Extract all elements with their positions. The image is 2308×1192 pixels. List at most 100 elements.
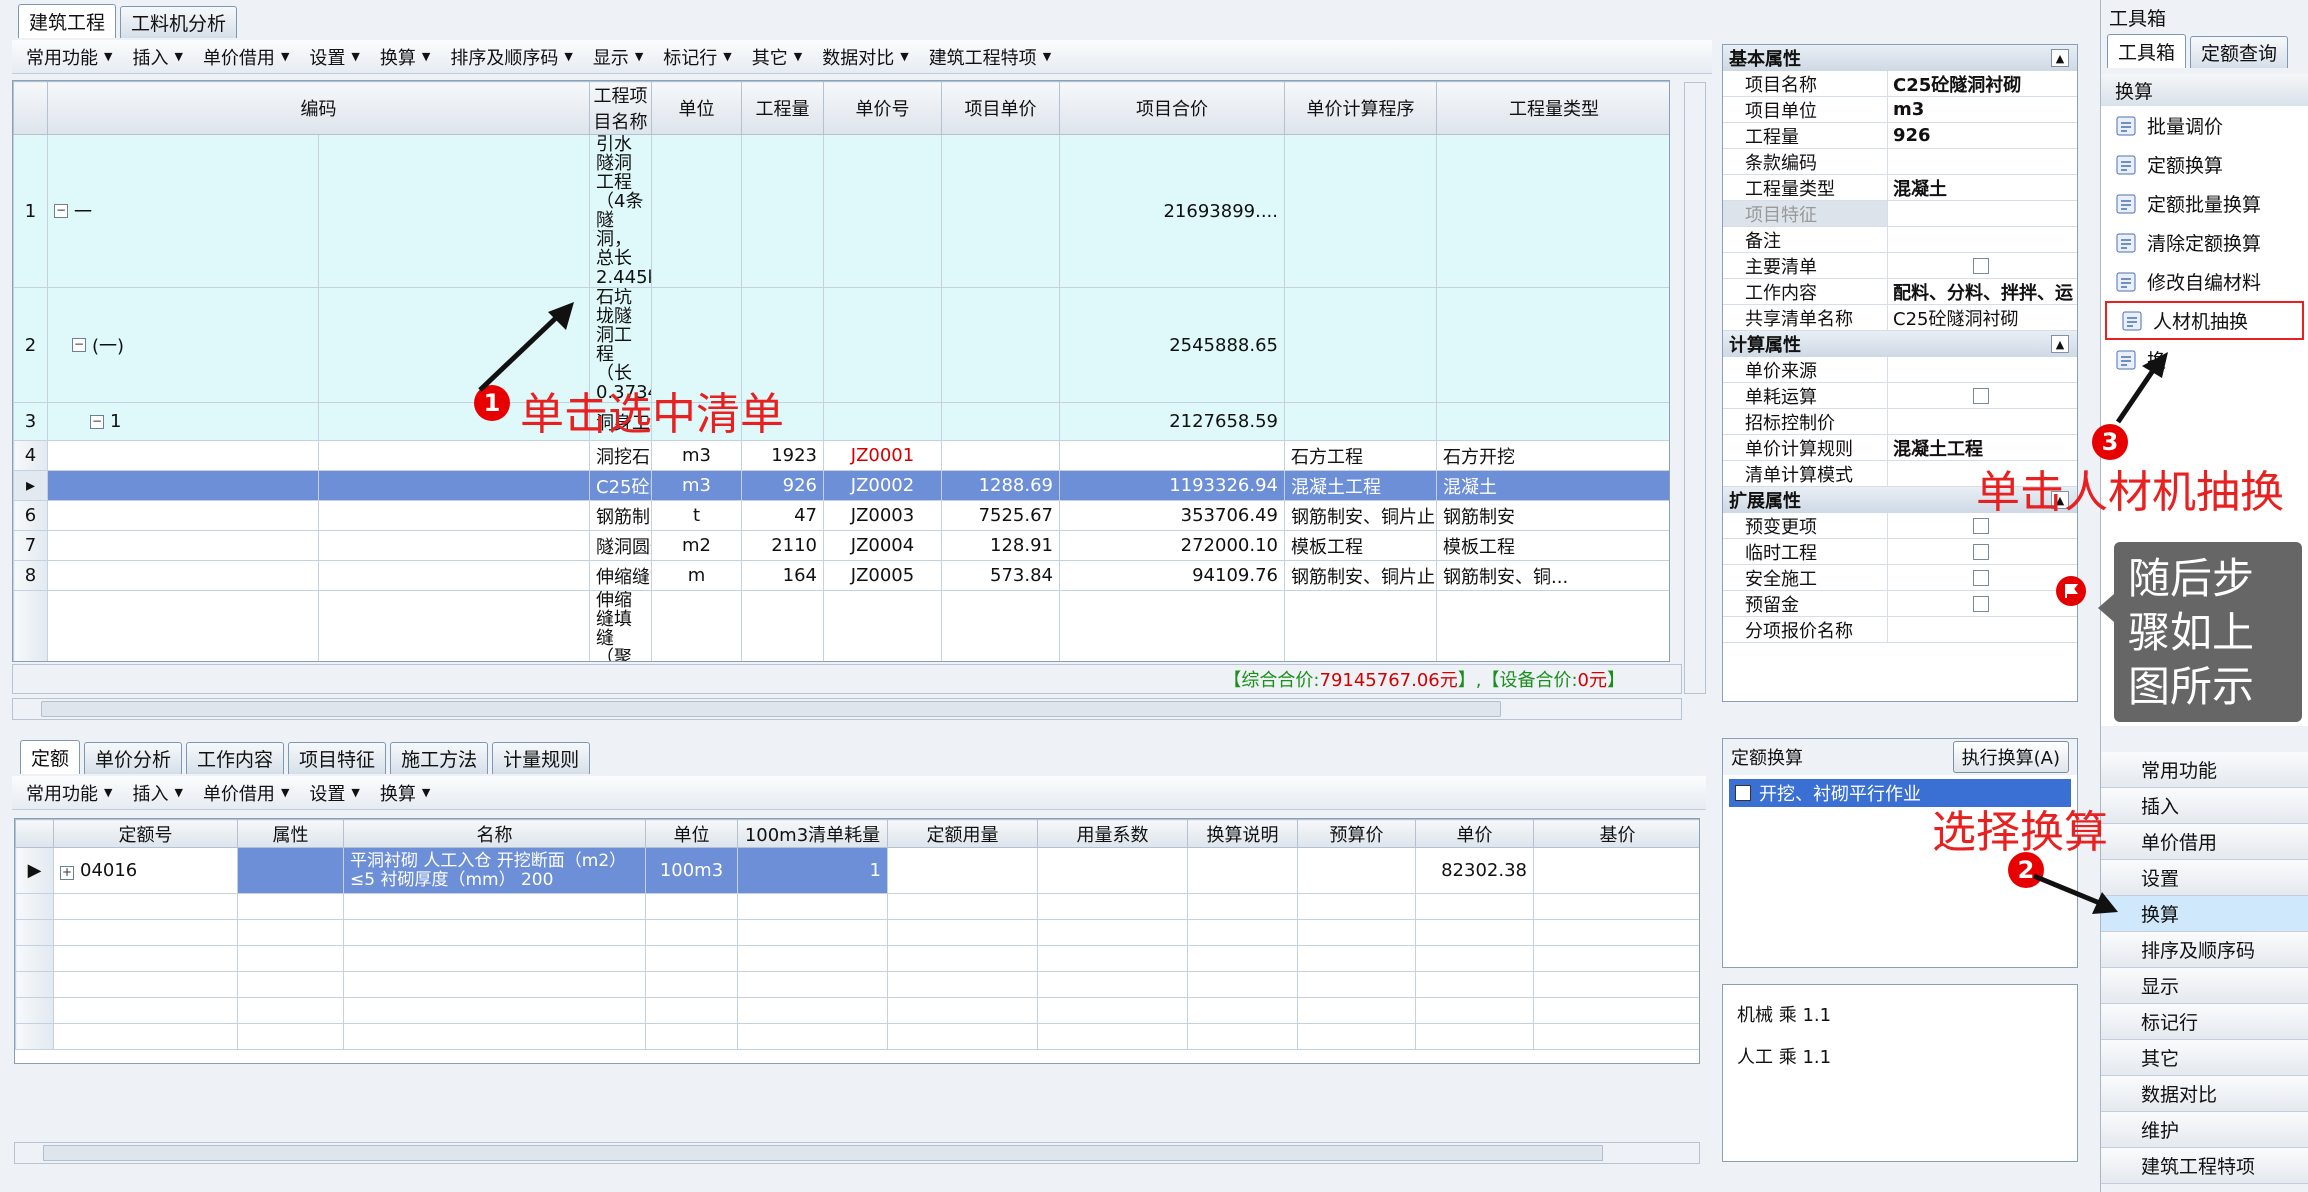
collapse-icon[interactable]: ▲ (2051, 49, 2069, 67)
cell-no[interactable]: JZ0005 (823, 560, 942, 591)
toolbar-item[interactable]: 换算 ▼ (380, 44, 430, 70)
cell-price[interactable]: 128.91 (941, 530, 1060, 561)
main-vscroll[interactable] (1684, 82, 1706, 694)
property-value[interactable]: C25砼隧洞衬砌 (1888, 71, 2077, 96)
toolbar-item[interactable]: 显示 ▼ (593, 44, 643, 70)
property-value[interactable] (1888, 539, 2077, 564)
cell-name[interactable]: 钢筋制安 (589, 500, 652, 531)
cell-name[interactable]: 隧洞圆形钢模板 (589, 530, 652, 561)
cell-type[interactable]: 石方开挖 (1436, 440, 1669, 471)
cell-proc[interactable]: 模板工程 (1284, 530, 1437, 561)
quota-cell-attr[interactable] (237, 847, 344, 894)
toolbox-item[interactable]: 人材机抽换 (2105, 301, 2304, 340)
cell-price[interactable]: 7525.67 (941, 500, 1060, 531)
quota-row[interactable]: ▶ +04016 平洞衬砌 人工入仓 开挖断面（m2）≤5 衬砌厚度（mm） 200… (15, 847, 1699, 894)
cell-proc[interactable] (1284, 134, 1437, 288)
toolbox-menu-button[interactable]: 数据对比 (2101, 1076, 2308, 1112)
cell-name[interactable]: 引水隧洞工程（4条隧洞，总长2.445km） (589, 134, 652, 288)
cell-no[interactable]: JZ0006 (823, 590, 942, 661)
cell-type[interactable] (1436, 134, 1669, 288)
tab-quota-query[interactable]: 定额查询 (2190, 36, 2289, 68)
column-header[interactable]: 工程量类型 (1436, 81, 1669, 135)
cell-proc[interactable]: 混凝土工程 (1284, 470, 1437, 501)
property-row[interactable]: 项目名称 C25砼隧洞衬砌 (1723, 71, 2077, 97)
toolbar-item[interactable]: 标记行 ▼ (663, 44, 731, 70)
table-row[interactable]: 9 伸缩缝填缝（聚乙烯泡沫塑料板厚20mm）m260JZ000643.902634… (13, 590, 1669, 661)
property-value[interactable] (1888, 149, 2077, 174)
property-row[interactable]: 临时工程 (1723, 539, 2077, 565)
cell-price[interactable]: 573.84 (941, 560, 1060, 591)
property-value[interactable] (1888, 565, 2077, 590)
property-row[interactable]: 分项报价名称 (1723, 617, 2077, 643)
cell-unit[interactable]: t (651, 500, 742, 531)
cell-no[interactable]: JZ0004 (823, 530, 942, 561)
cell-qty[interactable] (741, 134, 824, 288)
tab-building[interactable]: 建筑工程 (18, 4, 117, 38)
cell-unit[interactable]: m3 (651, 470, 742, 501)
tab-material-analysis[interactable]: 工料机分析 (120, 6, 238, 38)
cell-unit[interactable] (651, 134, 742, 288)
property-row[interactable]: 项目单位 m3 (1723, 97, 2077, 123)
collapse-icon[interactable]: − (54, 204, 68, 218)
quota-cell-qty[interactable] (887, 847, 1038, 894)
property-value[interactable]: 配料、分料、拌拌、运 (1888, 279, 2077, 304)
column-header[interactable]: 项目合价 (1059, 81, 1285, 135)
cell-proc[interactable] (1284, 287, 1437, 403)
property-value[interactable] (1888, 617, 2077, 642)
cell-price[interactable] (941, 287, 1060, 403)
execute-convert-button[interactable]: 执行换算(A) (1952, 741, 2069, 773)
toolbox-item[interactable]: 定额换算 (2101, 145, 2308, 184)
cell-total[interactable]: 2545888.65 (1059, 287, 1285, 403)
toolbar-item[interactable]: 设置 ▼ (309, 44, 359, 70)
quota-column-header[interactable]: 用量系数 (1037, 819, 1188, 848)
property-value[interactable]: m3 (1888, 97, 2077, 122)
property-row[interactable]: 安全施工 (1723, 565, 2077, 591)
property-value[interactable] (1888, 357, 2077, 382)
cell-price[interactable]: 1288.69 (941, 470, 1060, 501)
property-row[interactable]: 单价来源 (1723, 357, 2077, 383)
cell-type[interactable]: 模板工程 (1436, 530, 1669, 561)
toolbox-menu-button[interactable]: 设置 (2101, 860, 2308, 896)
table-row[interactable]: 1−一 引水隧洞工程（4条隧洞，总长2.445km） 21693899.... (13, 134, 1669, 288)
cell-total[interactable] (1059, 440, 1285, 471)
column-header[interactable]: 工程量 (741, 81, 824, 135)
quota-hscroll[interactable] (14, 1142, 1700, 1164)
cell-total[interactable]: 2634.00 (1059, 590, 1285, 661)
toolbar-item[interactable]: 单价借用 ▼ (203, 44, 289, 70)
quota-toolbar-item[interactable]: 常用功能 ▼ (26, 780, 112, 806)
toolbox-menu-button[interactable]: 单价借用 (2101, 824, 2308, 860)
bottom-tab[interactable]: 计量规则 (492, 742, 591, 774)
toolbox-menu-button[interactable]: 建筑工程特项 (2101, 1148, 2308, 1184)
toolbox-menu-button[interactable]: 换算 (2101, 896, 2308, 932)
table-row[interactable]: ▸C25砼隧洞衬砌m3926JZ00021288.691193326.94混凝土… (13, 470, 1669, 501)
checkbox[interactable] (1973, 257, 1989, 274)
column-header[interactable]: 单价计算程序 (1284, 81, 1437, 135)
checkbox[interactable] (1973, 387, 1989, 404)
toolbar-item[interactable]: 排序及顺序码 ▼ (450, 44, 572, 70)
table-row[interactable]: 2−(一)石坑垅隧洞工程（长0.3734km）2545888.65 (13, 287, 1669, 403)
property-row[interactable]: 条款编码 (1723, 149, 2077, 175)
cell-price[interactable] (941, 440, 1060, 471)
bottom-tab[interactable]: 项目特征 (288, 742, 387, 774)
cell-total[interactable]: 1193326.94 (1059, 470, 1285, 501)
column-header[interactable]: 项目单价 (941, 81, 1060, 135)
quota-column-header[interactable]: 换算说明 (1187, 819, 1298, 848)
cell-qty[interactable]: 60 (741, 590, 824, 661)
table-row[interactable]: 6钢筋制安t47JZ00037525.67353706.49钢筋制安、铜片止水工… (13, 500, 1669, 531)
quota-toolbar-item[interactable]: 设置 ▼ (309, 780, 359, 806)
quota-cell-price[interactable]: 82302.38 (1415, 847, 1534, 894)
cell-total[interactable]: 94109.76 (1059, 560, 1285, 591)
cell-price[interactable]: 43.90 (941, 590, 1060, 661)
quota-column-header[interactable]: 单位 (645, 819, 738, 848)
toolbar-item[interactable]: 插入 ▼ (132, 44, 182, 70)
property-row[interactable]: 工程量 926 (1723, 123, 2077, 149)
table-row[interactable]: 3−1洞身工程2127658.59 (13, 402, 1669, 441)
collapse-icon[interactable]: − (72, 338, 86, 352)
checkbox[interactable] (1973, 595, 1989, 612)
cell-unit[interactable]: m2 (651, 530, 742, 561)
toolbox-menu-button[interactable]: 显示 (2101, 968, 2308, 1004)
cell-qty[interactable]: 1923 (741, 440, 824, 471)
cell-type[interactable] (1436, 402, 1669, 441)
property-row[interactable]: 招标控制价 (1723, 409, 2077, 435)
quota-column-header[interactable]: 基价 (1533, 819, 1699, 848)
